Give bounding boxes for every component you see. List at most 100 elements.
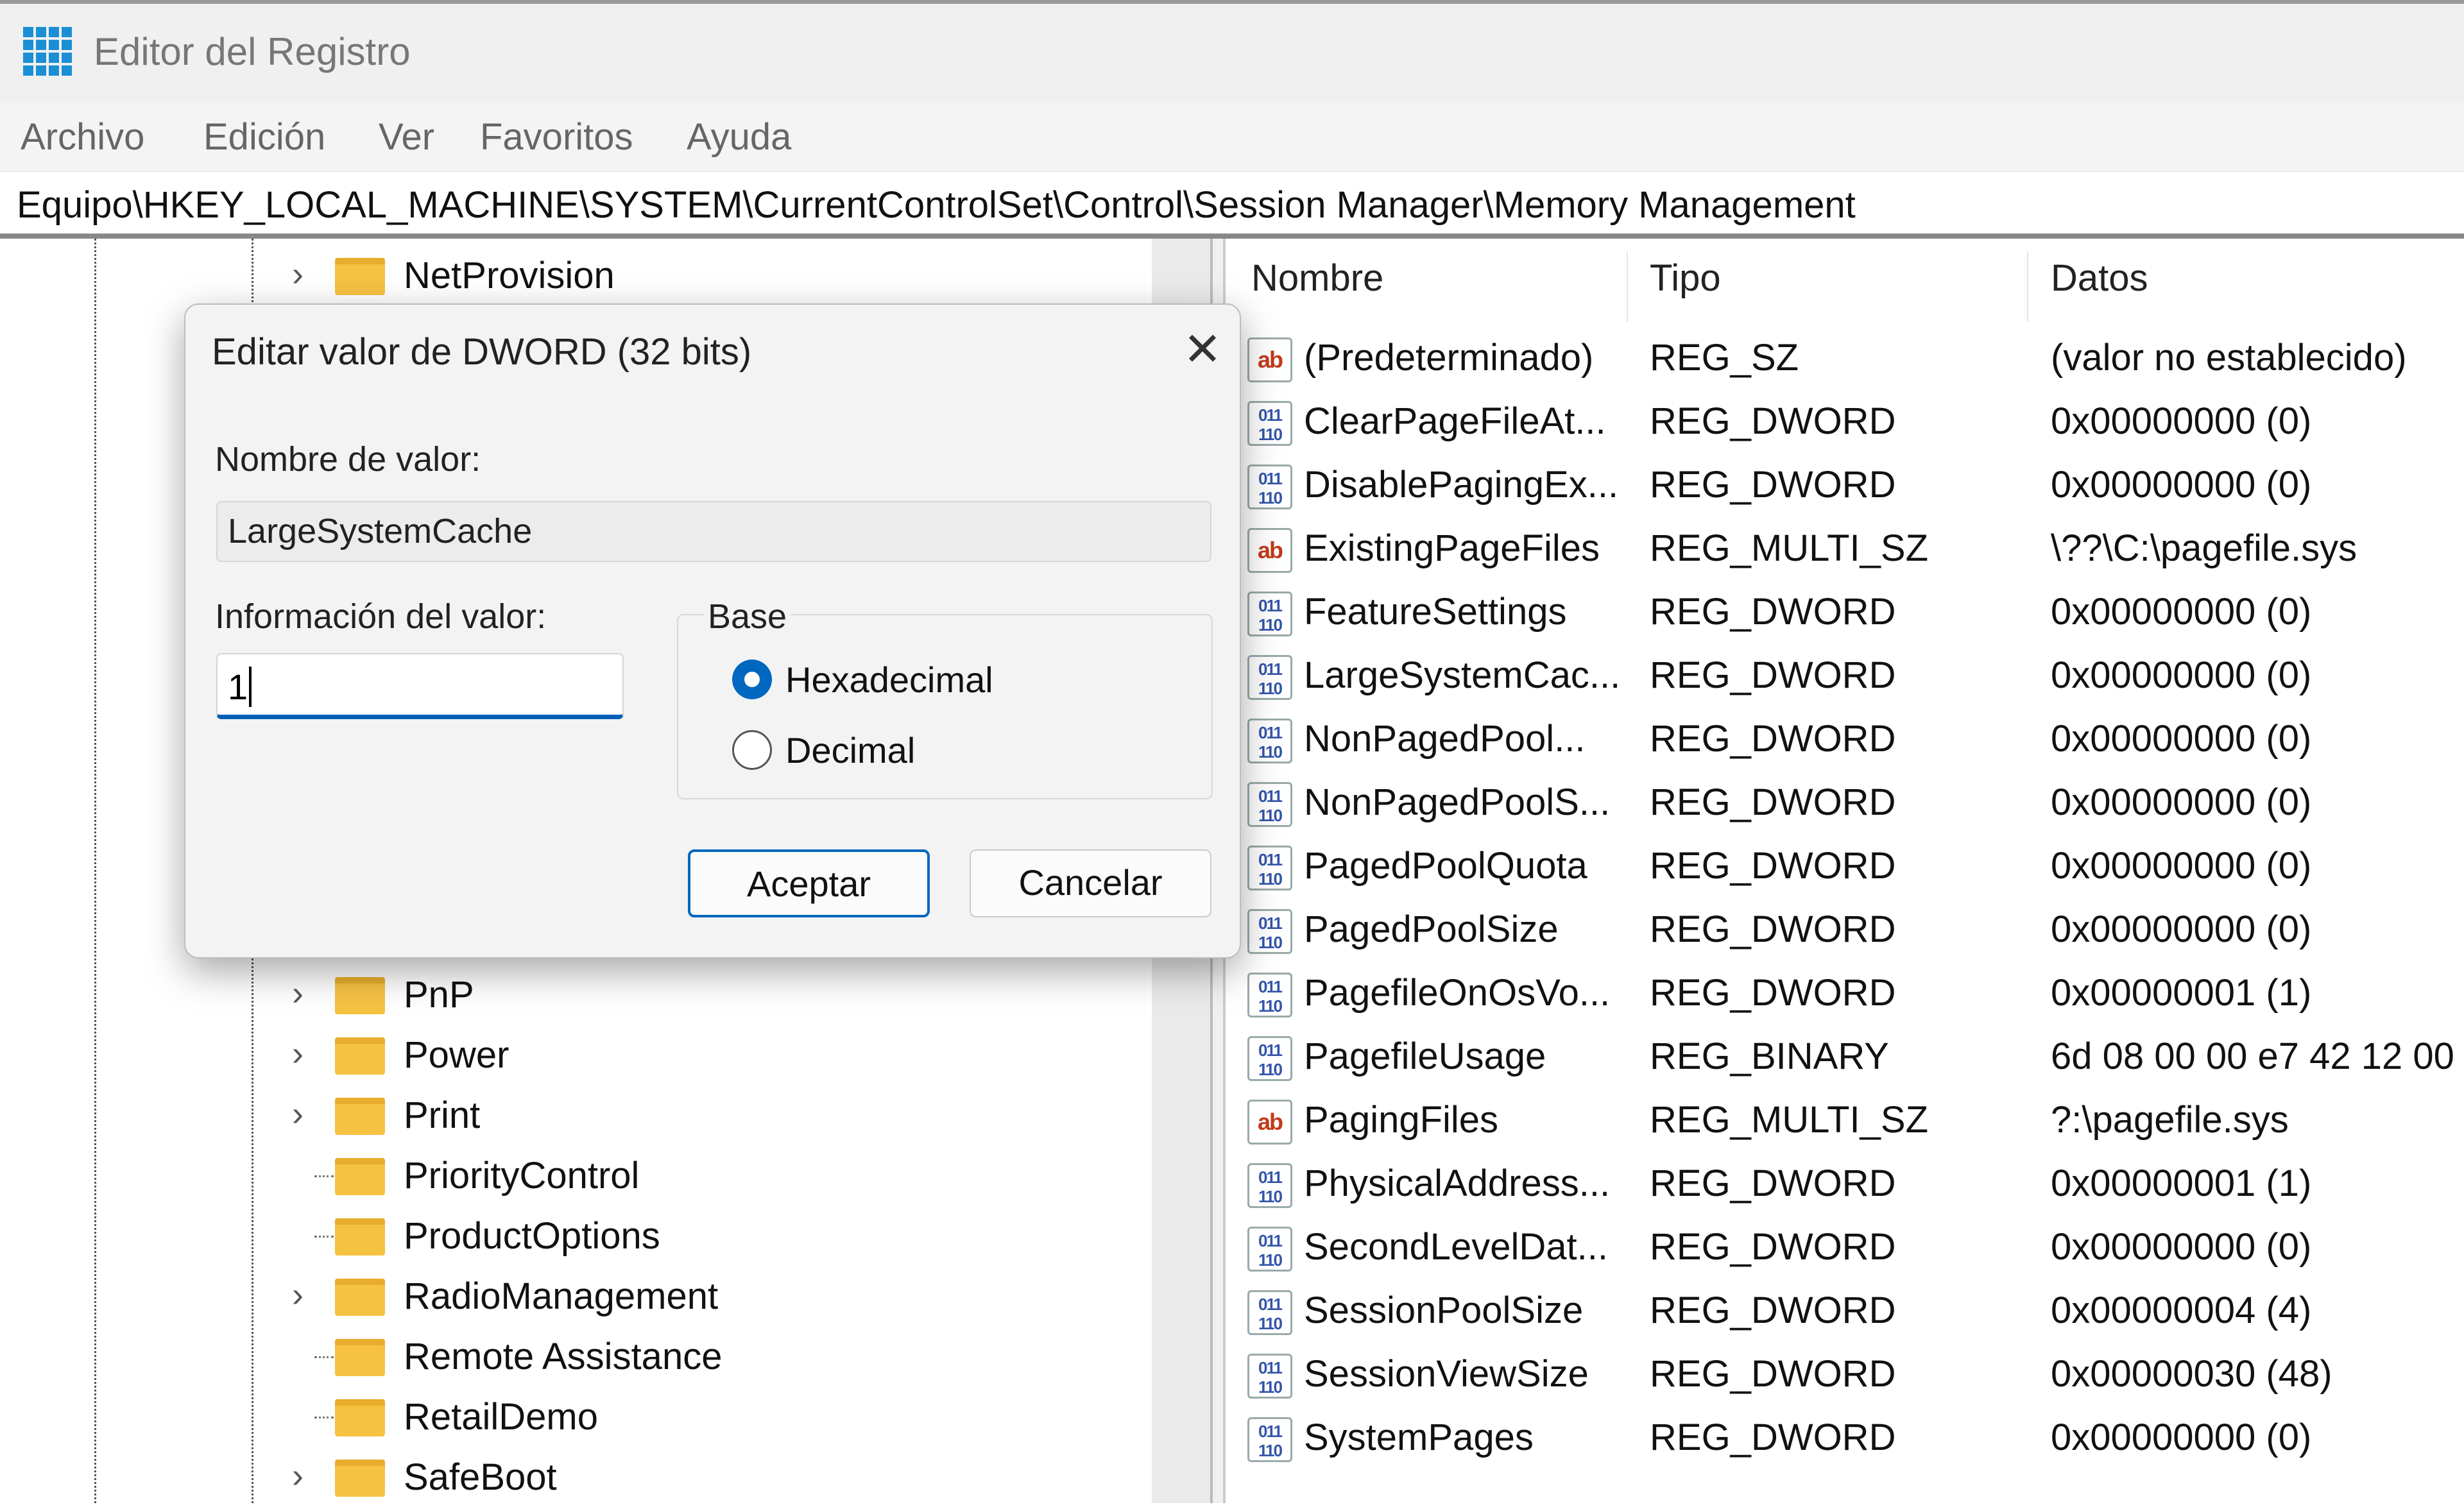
value-type: REG_DWORD: [1650, 908, 1896, 950]
window-title: Editor del Registro: [94, 30, 411, 73]
tree-item[interactable]: › RadioManagement: [0, 1266, 1142, 1326]
tree-item[interactable]: › Print: [0, 1085, 1142, 1145]
value-type: REG_DWORD: [1650, 1226, 1896, 1268]
menu-ayuda[interactable]: Ayuda: [687, 115, 791, 158]
tree-item-label: RetailDemo: [404, 1396, 598, 1438]
address-bar[interactable]: Equipo\HKEY_LOCAL_MACHINE\SYSTEM\Current…: [0, 173, 2464, 239]
menu-ver[interactable]: Ver: [379, 115, 434, 158]
tree-item-label: RadioManagement: [404, 1275, 719, 1317]
column-header-datos[interactable]: Datos: [2051, 257, 2148, 300]
tree-connector: [314, 1417, 334, 1418]
list-row[interactable]: 011 110 DisablePagingEx... REG_DWORD 0x0000…: [1226, 453, 2464, 516]
column-header-tipo[interactable]: Tipo: [1650, 257, 1721, 300]
list-row[interactable]: 011 110 SecondLevelDat... REG_DWORD 0x00000…: [1226, 1215, 2464, 1279]
tree-item[interactable]: › PnP: [0, 964, 1142, 1025]
binary-value-icon: 011 110: [1247, 1354, 1292, 1399]
value-name: FeatureSettings: [1304, 591, 1567, 633]
cancel-button[interactable]: Cancelar: [970, 849, 1211, 917]
list-row[interactable]: 011 110 PagedPoolSize REG_DWORD 0x00000000 …: [1226, 898, 2464, 961]
value-data: 0x00000000 (0): [2051, 400, 2312, 442]
list-row[interactable]: 011 110 SystemPages REG_DWORD 0x00000000 (0…: [1226, 1406, 2464, 1469]
list-row[interactable]: 011 110 SessionViewSize REG_DWORD 0x0000003…: [1226, 1342, 2464, 1406]
value-name: PhysicalAddress...: [1304, 1162, 1611, 1204]
value-type: REG_DWORD: [1650, 654, 1896, 696]
string-value-icon: ab: [1247, 337, 1292, 382]
binary-value-icon: 011 110: [1247, 1163, 1292, 1208]
chevron-right-icon[interactable]: ›: [292, 1456, 304, 1495]
value-data: \??\C:\pagefile.sys: [2051, 527, 2357, 569]
column-divider[interactable]: [2027, 251, 2028, 322]
folder-icon: [335, 1279, 385, 1316]
folder-icon: [335, 977, 385, 1014]
value-name: NonPagedPoolS...: [1304, 781, 1611, 823]
binary-value-icon: 011 110: [1247, 719, 1292, 763]
ok-button[interactable]: Aceptar: [688, 849, 930, 917]
menu-edicion[interactable]: Edición: [203, 115, 325, 158]
list-row[interactable]: ab (Predeterminado) REG_SZ (valor no establ…: [1226, 326, 2464, 389]
chevron-right-icon[interactable]: ›: [292, 1034, 304, 1073]
tree-item[interactable]: › Power: [0, 1025, 1142, 1085]
list-row[interactable]: 011 110 PagedPoolQuota REG_DWORD 0x00000000…: [1226, 834, 2464, 898]
value-type: REG_DWORD: [1650, 464, 1896, 506]
decimal-label[interactable]: Decimal: [785, 729, 915, 771]
column-header-nombre[interactable]: Nombre: [1251, 257, 1383, 300]
value-type: REG_DWORD: [1650, 781, 1896, 823]
value-data: ?:\pagefile.sys: [2051, 1099, 2289, 1141]
tree-item[interactable]: PriorityControl: [0, 1145, 1142, 1205]
list-row[interactable]: 011 110 PagefileOnOsVo... REG_DWORD 0x00000…: [1226, 961, 2464, 1025]
value-data: 0x00000000 (0): [2051, 718, 2312, 760]
registry-editor-icon: [23, 27, 72, 76]
tree-item-label: Print: [404, 1094, 481, 1136]
column-divider[interactable]: [1627, 251, 1628, 322]
value-name-label: Nombre de valor:: [215, 440, 481, 479]
chevron-right-icon[interactable]: ›: [292, 973, 304, 1013]
menu-archivo[interactable]: Archivo: [21, 115, 144, 158]
chevron-right-icon[interactable]: ›: [292, 1094, 304, 1134]
folder-icon: [335, 1037, 385, 1075]
binary-value-icon: 011 110: [1247, 401, 1292, 446]
list-row[interactable]: 011 110 ClearPageFileAt... REG_DWORD 0x0000…: [1226, 389, 2464, 453]
list-row[interactable]: 011 110 PhysicalAddress... REG_DWORD 0x0000…: [1226, 1152, 2464, 1215]
menu-favoritos[interactable]: Favoritos: [480, 115, 633, 158]
chevron-right-icon[interactable]: ›: [292, 254, 304, 294]
hexadecimal-label[interactable]: Hexadecimal: [785, 659, 993, 701]
menu-bar: [0, 103, 2464, 172]
value-name: SecondLevelDat...: [1304, 1226, 1608, 1268]
binary-value-icon: 011 110: [1247, 782, 1292, 827]
value-type: REG_DWORD: [1650, 972, 1896, 1014]
value-data-input[interactable]: 1: [216, 653, 624, 719]
close-icon[interactable]: ✕: [1170, 318, 1235, 382]
value-type: REG_SZ: [1650, 337, 1799, 379]
chevron-right-icon[interactable]: ›: [292, 1275, 304, 1315]
tree-item[interactable]: RetailDemo: [0, 1386, 1142, 1447]
value-name-field[interactable]: LargeSystemCache: [216, 501, 1211, 562]
value-type: REG_MULTI_SZ: [1650, 527, 1929, 569]
value-data: 0x00000004 (4): [2051, 1290, 2312, 1331]
folder-icon: [335, 1460, 385, 1497]
dialog-title: Editar valor de DWORD (32 bits): [212, 331, 752, 373]
list-row[interactable]: ab PagingFiles REG_MULTI_SZ ?:\pagefile.sys: [1226, 1088, 2464, 1152]
value-name: PagefileUsage: [1304, 1035, 1546, 1077]
tree-item[interactable]: Remote Assistance: [0, 1326, 1142, 1386]
hexadecimal-radio[interactable]: [732, 660, 772, 699]
tree-item[interactable]: › NetProvision: [0, 245, 1142, 305]
list-row[interactable]: 011 110 NonPagedPoolS... REG_DWORD 0x000000…: [1226, 771, 2464, 834]
decimal-radio[interactable]: [732, 730, 772, 770]
value-data: 6d 08 00 00 e7 42 12 00 8: [2051, 1035, 2464, 1077]
list-row[interactable]: 011 110 SessionPoolSize REG_DWORD 0x0000000…: [1226, 1279, 2464, 1342]
value-data: 0x00000001 (1): [2051, 972, 2312, 1014]
value-type: REG_BINARY: [1650, 1035, 1889, 1077]
list-row[interactable]: 011 110 NonPagedPool... REG_DWORD 0x0000000…: [1226, 707, 2464, 771]
value-name: SessionPoolSize: [1304, 1290, 1584, 1331]
list-row[interactable]: ab ExistingPageFiles REG_MULTI_SZ \??\C:\pa…: [1226, 516, 2464, 580]
list-row[interactable]: 011 110 FeatureSettings REG_DWORD 0x0000000…: [1226, 580, 2464, 643]
tree-item[interactable]: › SafeBoot: [0, 1447, 1142, 1507]
list-row[interactable]: 011 110 PagefileUsage REG_BINARY 6d 08 00 0…: [1226, 1025, 2464, 1088]
list-row[interactable]: 011 110 LargeSystemCac... REG_DWORD 0x00000…: [1226, 643, 2464, 707]
value-data: 0x00000000 (0): [2051, 1226, 2312, 1268]
value-data: 0x00000000 (0): [2051, 845, 2312, 887]
folder-icon: [335, 1399, 385, 1436]
value-name: PagedPoolQuota: [1304, 845, 1587, 887]
value-type: REG_DWORD: [1650, 591, 1896, 633]
tree-item[interactable]: ProductOptions: [0, 1205, 1142, 1266]
